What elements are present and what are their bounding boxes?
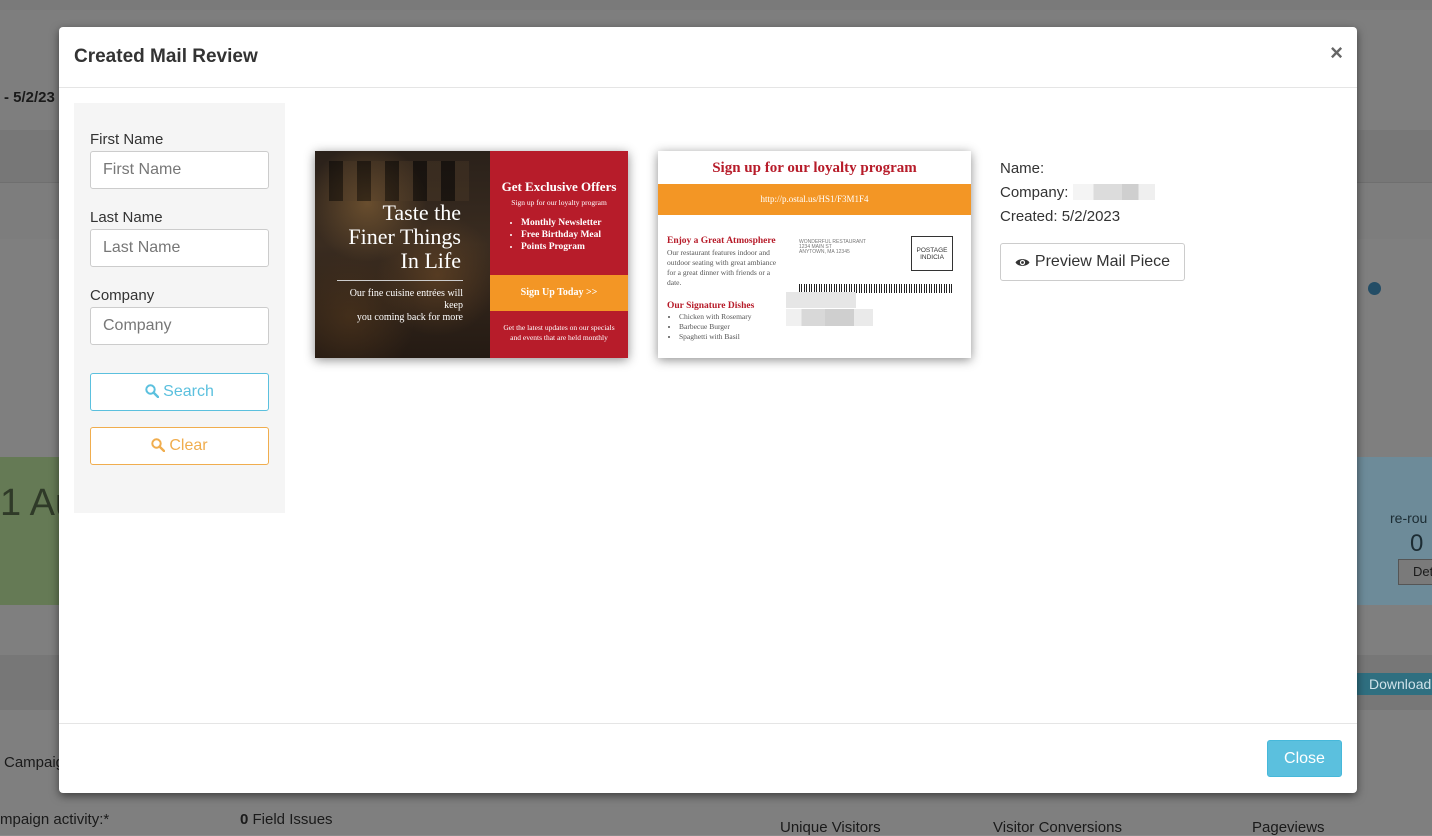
company-row: Company:	[1000, 181, 1155, 205]
mail-info: Name: Company: Created: 5/2/2023	[1000, 157, 1155, 229]
modal-header: Created Mail Review ×	[59, 27, 1357, 88]
front-offer-panel: Get Exclusive Offers Sign up for our loy…	[490, 151, 628, 358]
dish-item: Barbecue Burger	[679, 322, 752, 332]
return-address: WONDERFUL RESTAURANT 1234 MAIN ST ANYTOW…	[799, 240, 866, 255]
offer-item: Free Birthday Meal	[521, 229, 601, 241]
modal-title: Created Mail Review	[74, 46, 258, 67]
offer-item: Monthly Newsletter	[521, 217, 601, 229]
front-footer-line: and events that are held monthly	[510, 333, 608, 342]
offer-list: Monthly Newsletter Free Birthday Meal Po…	[505, 217, 601, 253]
eye-icon	[1015, 259, 1030, 266]
indicia-line: POSTAGE	[916, 246, 948, 254]
bg-col-pageviews: Pageviews	[1252, 819, 1325, 836]
postage-indicia: POSTAGE INDICIA	[911, 236, 953, 271]
dishes-list: Chicken with Rosemary Barbecue Burger Sp…	[667, 312, 752, 342]
overlay-top-strip	[0, 0, 1432, 10]
dishes-heading: Our Signature Dishes	[667, 301, 755, 311]
close-icon[interactable]: ×	[1330, 42, 1343, 64]
company-info-label: Company:	[1000, 184, 1069, 201]
preview-mail-piece-button[interactable]: Preview Mail Piece	[1000, 243, 1185, 281]
modal-footer: Close	[59, 723, 1357, 793]
first-name-input[interactable]	[90, 151, 269, 189]
front-footer-line: Get the latest updates on our specials	[503, 323, 615, 332]
bg-col-unique-visitors: Unique Visitors	[780, 819, 881, 836]
created-mail-review-modal: Created Mail Review × First Name Last Na…	[59, 27, 1357, 793]
company-input[interactable]	[90, 307, 269, 345]
bg-reroute-count: 0	[1410, 530, 1424, 557]
front-subtext-line: Our fine cuisine entrées will keep	[349, 288, 463, 311]
bg-field-issues-count: 0	[240, 811, 249, 828]
preview-button-label: Preview Mail Piece	[1034, 253, 1171, 270]
offer-title: Get Exclusive Offers	[501, 179, 617, 194]
dish-item: Chicken with Rosemary	[679, 312, 752, 322]
bg-field-issues: 0 Field Issues	[240, 811, 333, 828]
first-name-label: First Name	[90, 131, 164, 148]
dish-item: Spaghetti with Basil	[679, 332, 752, 342]
atmosphere-text: Our restaurant features indoor and outdo…	[667, 248, 777, 287]
offer-item: Points Program	[521, 241, 601, 253]
front-footer-text: Get the latest updates on our specials a…	[490, 323, 628, 343]
front-headline-line: In Life	[400, 248, 461, 273]
search-icon	[151, 438, 166, 453]
bg-reroute-label: re-rou	[1390, 510, 1428, 526]
search-button-label: Search	[163, 383, 214, 400]
created-label: Created:	[1000, 208, 1058, 225]
front-subtext-line: you coming back for more	[356, 312, 463, 323]
search-button[interactable]: Search	[90, 373, 269, 411]
created-value: 5/2/2023	[1061, 208, 1121, 225]
offer-subtitle: Sign up for our loyalty program	[511, 198, 607, 207]
front-subtext: Our fine cuisine entrées will keep you c…	[337, 288, 463, 324]
last-name-input[interactable]	[90, 229, 269, 267]
redacted-address	[786, 292, 856, 308]
bg-details-button[interactable]: Det	[1398, 559, 1432, 585]
indicia-line: INDICIA	[920, 253, 944, 261]
bg-campaign-activity-label: mpaign activity:*	[0, 811, 110, 828]
clear-button[interactable]: Clear	[90, 427, 269, 465]
postcard-front-image: Taste the Finer Things In Life Our fine …	[315, 151, 628, 358]
bg-date-range: - 5/2/23	[4, 89, 55, 106]
close-button[interactable]: Close	[1267, 740, 1342, 777]
back-url-banner: http://p.ostal.us/HS1/F3M1F4	[658, 184, 971, 215]
atmosphere-heading: Enjoy a Great Atmosphere	[667, 236, 776, 246]
created-row: Created: 5/2/2023	[1000, 205, 1155, 229]
postcard-back-image: Sign up for our loyalty program http://p…	[658, 151, 971, 358]
front-headline: Taste the Finer Things In Life	[325, 201, 461, 273]
last-name-label: Last Name	[90, 209, 163, 226]
signup-cta: Sign Up Today >>	[490, 275, 628, 311]
company-label: Company	[90, 287, 155, 304]
info-icon[interactable]	[1368, 282, 1381, 295]
bg-field-issues-label: Field Issues	[252, 811, 333, 828]
address-line: ANYTOWN, MA 12345	[799, 249, 850, 255]
back-title: Sign up for our loyalty program	[712, 160, 917, 176]
bg-download-button[interactable]: Download	[1357, 673, 1432, 695]
redacted-address	[786, 309, 873, 326]
front-headline-line: Taste the	[382, 200, 461, 225]
filter-sidebar: First Name Last Name Company Search Clea…	[74, 103, 285, 513]
search-icon	[145, 384, 160, 399]
name-label: Name:	[1000, 160, 1045, 177]
redacted-company-value	[1072, 184, 1155, 200]
bg-campaign-tab[interactable]: Campaig	[4, 754, 64, 771]
name-row: Name:	[1000, 157, 1155, 181]
clear-button-label: Clear	[169, 437, 208, 454]
front-headline-line: Finer Things	[348, 224, 461, 249]
bg-col-visitor-conversions: Visitor Conversions	[993, 819, 1122, 836]
front-divider	[337, 280, 463, 281]
